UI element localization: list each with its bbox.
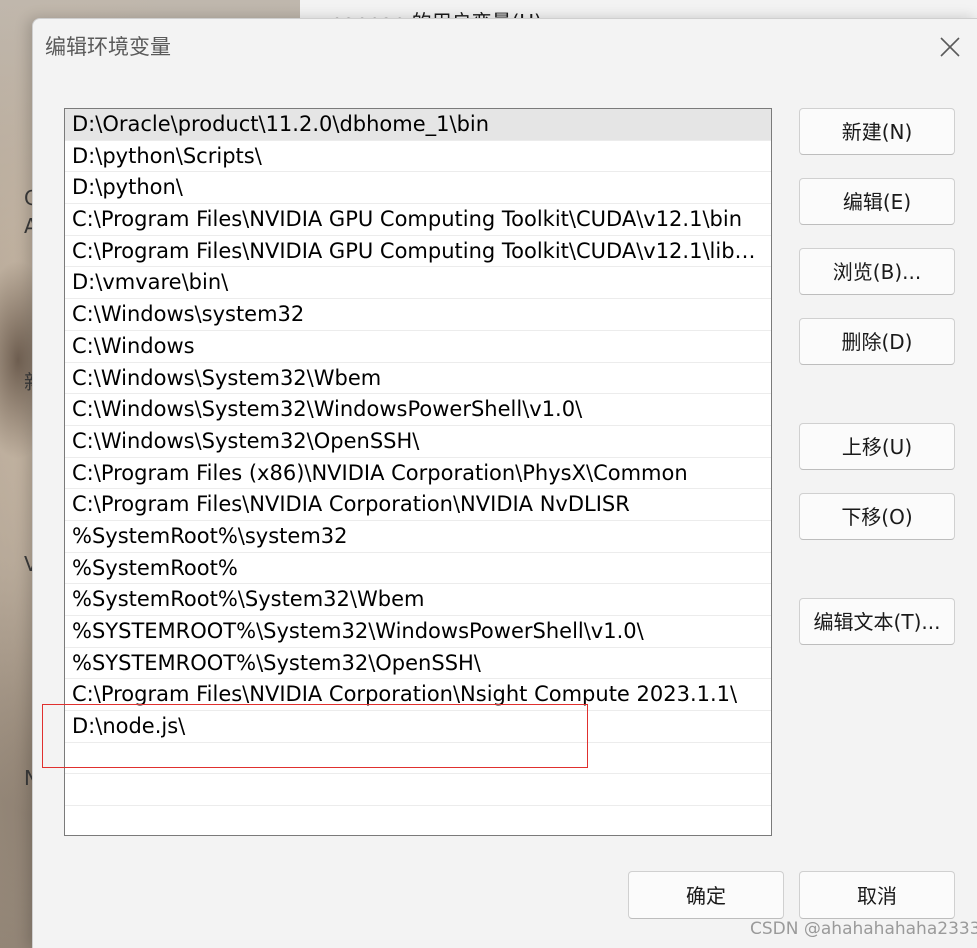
path-list-item[interactable]: D:\vmvare\bin\ [65, 267, 771, 300]
path-list-item[interactable] [65, 774, 771, 807]
edit-text-button[interactable]: 编辑文本(T)... [799, 598, 955, 645]
close-button[interactable] [928, 27, 972, 65]
path-list-item[interactable]: C:\Program Files\NVIDIA Corporation\Nsig… [65, 679, 771, 712]
edit-button[interactable]: 编辑(E) [799, 178, 955, 225]
path-list-item[interactable]: C:\Windows\system32 [65, 299, 771, 331]
edit-environment-variable-dialog: 编辑环境变量 D:\Oracle\product\11.2.0\dbhome_1… [32, 18, 977, 948]
path-list-item[interactable]: C:\Program Files\NVIDIA GPU Computing To… [65, 204, 771, 236]
path-list[interactable]: D:\Oracle\product\11.2.0\dbhome_1\bin D:\… [64, 108, 772, 836]
path-list-item[interactable]: C:\Windows\System32\OpenSSH\ [65, 426, 771, 458]
dialog-title: 编辑环境变量 [45, 35, 171, 59]
path-list-item[interactable]: %SYSTEMROOT%\System32\OpenSSH\ [65, 648, 771, 680]
path-list-item[interactable]: %SYSTEMROOT%\System32\WindowsPowerShell\… [65, 616, 771, 648]
path-list-item[interactable]: D:\python\ [65, 172, 771, 205]
path-list-item[interactable]: C:\Program Files\NVIDIA GPU Computing To… [65, 236, 771, 268]
path-list-item[interactable]: C:\Program Files\NVIDIA Corporation\NVID… [65, 489, 771, 521]
cancel-button[interactable]: 取消 [799, 871, 955, 919]
path-list-item[interactable]: %SystemRoot%\system32 [65, 521, 771, 553]
path-list-item[interactable]: D:\python\Scripts\ [65, 141, 771, 173]
path-list-item[interactable]: C:\Windows\System32\WindowsPowerShell\v1… [65, 394, 771, 426]
path-list-item[interactable] [65, 806, 771, 835]
path-list-item[interactable]: %SystemRoot%\System32\Wbem [65, 584, 771, 616]
path-list-item[interactable]: C:\Windows\System32\Wbem [65, 363, 771, 395]
ok-button[interactable]: 确定 [628, 871, 784, 919]
watermark: CSDN @ahahahahaha2333 [750, 919, 977, 939]
path-list-item[interactable] [65, 743, 771, 775]
path-list-item[interactable]: D:\node.js\ [65, 711, 771, 743]
path-list-item[interactable]: C:\Windows [65, 331, 771, 363]
new-button[interactable]: 新建(N) [799, 108, 955, 155]
path-list-item[interactable]: %SystemRoot% [65, 553, 771, 585]
path-list-item[interactable]: D:\Oracle\product\11.2.0\dbhome_1\bin [65, 109, 771, 141]
browse-button[interactable]: 浏览(B)... [799, 248, 955, 295]
move-up-button[interactable]: 上移(U) [799, 423, 955, 470]
path-list-item[interactable]: C:\Program Files (x86)\NVIDIA Corporatio… [65, 458, 771, 490]
close-icon [940, 37, 960, 57]
delete-button[interactable]: 删除(D) [799, 318, 955, 365]
move-down-button[interactable]: 下移(O) [799, 493, 955, 540]
